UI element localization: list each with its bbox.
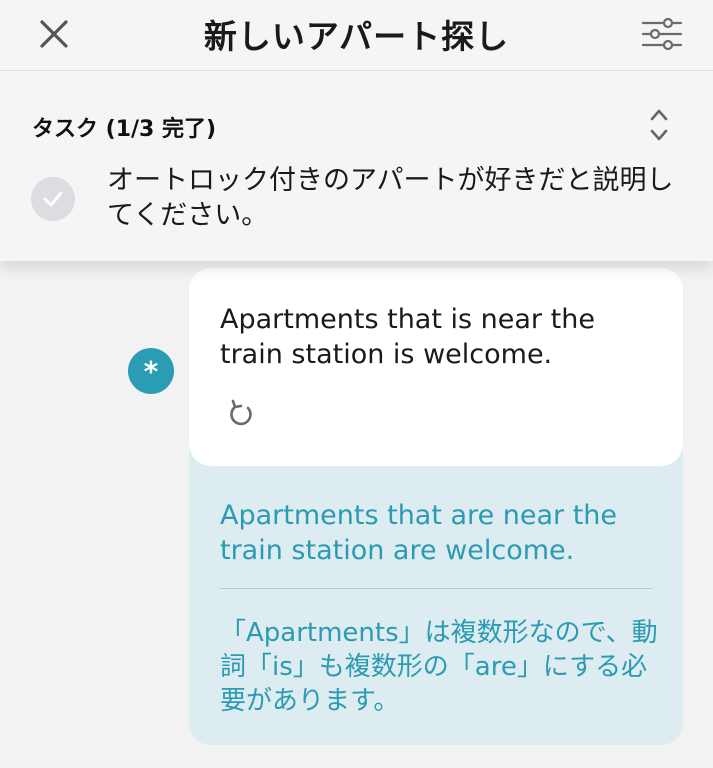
original-message-text: Apartments that is near the train statio…	[220, 304, 595, 370]
check-circle-icon	[43, 191, 63, 207]
task-description: オートロック付きのアパートが好きだと説明してください。	[107, 165, 674, 231]
task-panel-toggle[interactable]	[644, 103, 674, 147]
task-status-indicator	[31, 177, 75, 221]
retry-button[interactable]	[223, 396, 259, 432]
task-progress-label: タスク (1/3 完了)	[32, 117, 217, 142]
top-bar: 新しいアパート探し	[0, 0, 713, 71]
page-title: 新しいアパート探し	[203, 17, 510, 56]
filter-button[interactable]	[638, 12, 686, 56]
correction-explanation: 「Apartments」は複数形なので、動詞「is」も複数形の「are」にする必…	[220, 618, 658, 716]
message-bubble: Apartments that is near the train statio…	[189, 268, 683, 745]
refresh-icon	[230, 399, 252, 426]
corrected-message-text: Apartments that are near the train stati…	[220, 500, 618, 566]
sliders-icon	[641, 17, 683, 51]
task-panel: タスク (1/3 完了) オートロック付きのアパートが好きだと説明してください。	[0, 71, 713, 261]
original-message-card: Apartments that is near the train statio…	[189, 268, 683, 466]
asterisk-icon: *	[143, 354, 159, 388]
assistant-avatar: *	[128, 348, 174, 394]
divider	[220, 588, 652, 589]
chevron-up-down-icon	[650, 109, 668, 141]
